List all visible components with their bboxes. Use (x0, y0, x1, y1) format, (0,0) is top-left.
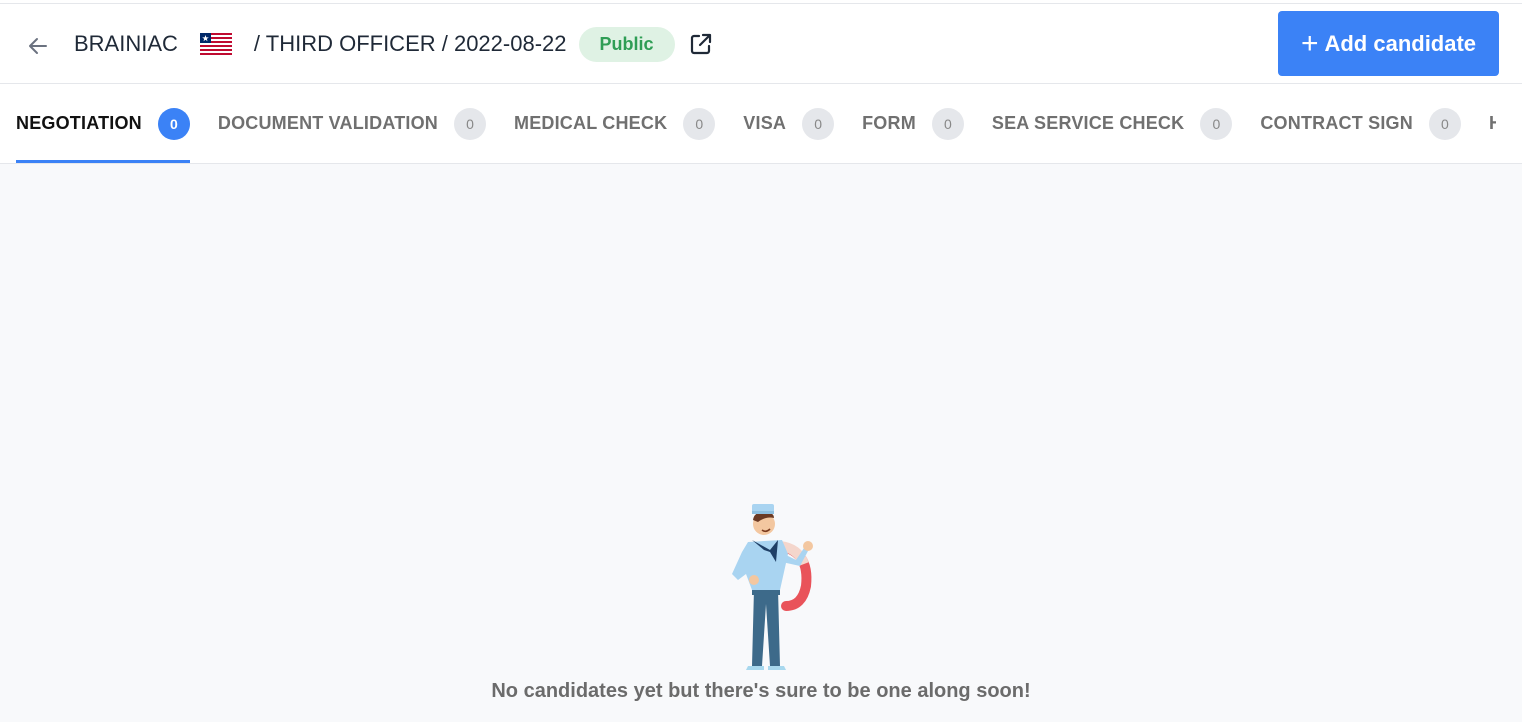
empty-state-message: No candidates yet but there's sure to be… (491, 680, 1031, 702)
tab-label: FORM (862, 113, 916, 133)
tab-label: NEGOTIATION (16, 113, 142, 133)
tab-count-badge: 0 (1428, 107, 1461, 140)
external-link-button[interactable] (687, 30, 715, 58)
tab-form[interactable]: FORM 0 (862, 84, 964, 163)
tab-sea-service-check[interactable]: SEA SERVICE CHECK 0 (991, 84, 1233, 163)
breadcrumb: BRAINIAC / THIRD OFFICER / 2022-08-22 Pu… (74, 4, 715, 84)
tab-document-validation[interactable]: DOCUMENT VALIDATION 0 (217, 84, 486, 163)
back-button[interactable] (24, 32, 52, 60)
tab-label: SEA SERVICE CHECK (991, 113, 1185, 133)
tab-medical-check[interactable]: MEDICAL CHECK 0 (514, 84, 716, 163)
external-link-icon (690, 33, 711, 55)
tab-count-badge: 0 (157, 107, 190, 140)
tab-count-badge: 0 (454, 107, 486, 140)
company-name: BRAINIAC (74, 31, 178, 56)
tab-label: CONTRACT SIGN (1260, 113, 1413, 133)
page-header: BRAINIAC / THIRD OFFICER / 2022-08-22 Pu… (0, 4, 1522, 84)
tab-count-badge: 0 (683, 107, 716, 140)
breadcrumb-trail: / THIRD OFFICER / 2022-08-22 (253, 31, 567, 56)
empty-state: No candidates yet but there's sure to be… (0, 494, 1522, 703)
tab-visa[interactable]: VISA 0 (743, 84, 835, 163)
tab-label: DOCUMENT VALIDATION (217, 113, 438, 133)
stage-tabs: NEGOTIATION 0 DOCUMENT VALIDATION 0 MEDI… (0, 84, 1522, 164)
liberia-flag-icon (199, 33, 232, 55)
tab-label: MEDICAL CHECK (514, 113, 668, 133)
tab-count-badge: 0 (802, 107, 835, 140)
tabs-overflow-mask (1496, 84, 1522, 163)
visibility-badge: Public (578, 26, 675, 62)
add-candidate-button[interactable]: + Add candidate (1278, 11, 1499, 76)
arrow-left-icon (29, 38, 47, 54)
sailor-illustration (732, 504, 813, 670)
tab-negotiation[interactable]: NEGOTIATION 0 (16, 84, 190, 163)
add-candidate-label: Add candidate (1324, 30, 1477, 56)
tab-count-badge: 0 (931, 107, 964, 140)
candidates-area: No candidates yet but there's sure to be… (0, 164, 1522, 721)
tab-count-badge: 0 (1200, 107, 1233, 140)
tab-contract-sign[interactable]: CONTRACT SIGN 0 (1260, 84, 1461, 163)
tab-label: VISA (743, 113, 787, 133)
plus-icon: + (1300, 26, 1319, 60)
